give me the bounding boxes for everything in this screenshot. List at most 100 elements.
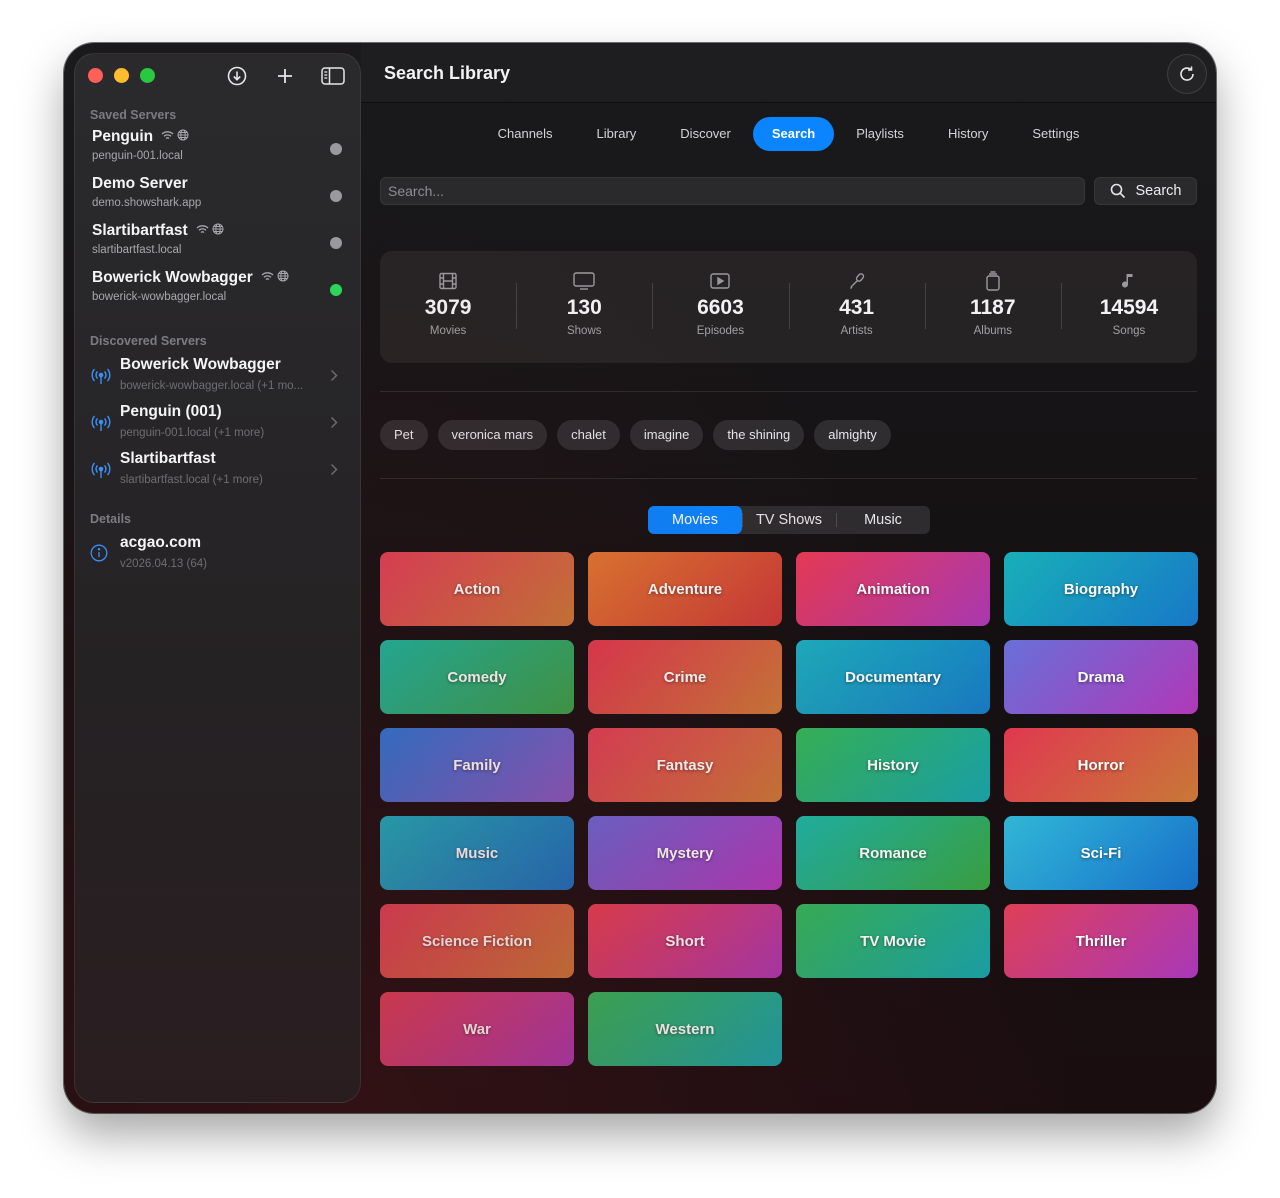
genre-tile-sci-fi[interactable]: Sci-Fi [1004, 816, 1198, 890]
saved-server-item[interactable]: Bowerick Wowbagger bowerick-wowbagger.loc… [92, 269, 352, 313]
search-button-label: Search [1135, 183, 1182, 199]
play-icon [710, 271, 731, 291]
saved-server-host: penguin-001.local [92, 150, 183, 162]
tab-search[interactable]: Search [752, 117, 835, 151]
refresh-button[interactable] [1167, 54, 1207, 94]
music-note-icon [1121, 271, 1136, 291]
tab-settings[interactable]: Settings [1010, 117, 1101, 151]
genre-tile-documentary[interactable]: Documentary [796, 640, 990, 714]
genre-tile-history[interactable]: History [796, 728, 990, 802]
genre-tile-romance[interactable]: Romance [796, 816, 990, 890]
globe-icon [277, 269, 289, 287]
connection-icons [261, 269, 289, 287]
antenna-icon [90, 462, 112, 480]
genre-tile-drama[interactable]: Drama [1004, 640, 1198, 714]
details-domain: acgao.com [120, 534, 201, 551]
genre-tile-short[interactable]: Short [588, 904, 782, 978]
discovered-server-item[interactable]: Bowerick Wowbagger bowerick-wowbagger.loc… [90, 356, 352, 400]
recent-search-chip[interactable]: chalet [557, 420, 620, 450]
sidebar: Saved Servers Penguin penguin-001.local De… [74, 53, 361, 1103]
tv-icon [573, 271, 595, 291]
genre-tile-fantasy[interactable]: Fantasy [588, 728, 782, 802]
genre-tile-music[interactable]: Music [380, 816, 574, 890]
saved-server-item[interactable]: Demo Server demo.showshark.app [92, 175, 352, 219]
minimize-window-button[interactable] [114, 68, 129, 83]
genre-tile-western[interactable]: Western [588, 992, 782, 1066]
genre-tile-thriller[interactable]: Thriller [1004, 904, 1198, 978]
genre-tile-animation[interactable]: Animation [796, 552, 990, 626]
recent-search-chip[interactable]: imagine [629, 420, 704, 450]
genre-grid: Action Adventure Animation Biography Comedy C… [380, 552, 1198, 1066]
sidebar-toggle-icon[interactable] [321, 64, 345, 88]
saved-server-name: Bowerick Wowbagger [92, 269, 253, 286]
app-window: Saved Servers Penguin penguin-001.local De… [64, 43, 1216, 1113]
globe-icon [212, 222, 224, 240]
recent-searches: Pet veronica mars chalet imagine the shining… [380, 420, 891, 450]
tab-library[interactable]: Library [575, 117, 659, 151]
search-button[interactable]: Search [1094, 177, 1197, 205]
stat-label: Albums [973, 325, 1012, 337]
main-content: Search Library Channels Library Discover Se… [361, 43, 1216, 1113]
genre-tile-mystery[interactable]: Mystery [588, 816, 782, 890]
recent-search-chip[interactable]: the shining [713, 420, 805, 450]
saved-server-name-row: Slartibartfast [92, 222, 352, 240]
media-type-segmented-control: Movies TV Shows Music [648, 506, 930, 534]
wifi-icon [261, 269, 274, 287]
microphone-icon [848, 271, 866, 291]
genre-tile-crime[interactable]: Crime [588, 640, 782, 714]
recent-search-chip[interactable]: veronica mars [437, 420, 548, 450]
saved-server-host: slartibartfast.local [92, 244, 182, 256]
genre-tile-science-fiction[interactable]: Science Fiction [380, 904, 574, 978]
genre-tile-adventure[interactable]: Adventure [588, 552, 782, 626]
genre-tile-war[interactable]: War [380, 992, 574, 1066]
genre-tile-horror[interactable]: Horror [1004, 728, 1198, 802]
refresh-icon [1180, 66, 1194, 81]
saved-server-item[interactable]: Penguin penguin-001.local [92, 128, 352, 172]
discovered-server-name: Bowerick Wowbagger [120, 356, 281, 373]
antenna-icon [90, 368, 112, 386]
window-controls [88, 68, 155, 83]
genre-tile-tv-movie[interactable]: TV Movie [796, 904, 990, 978]
genre-tile-biography[interactable]: Biography [1004, 552, 1198, 626]
tab-playlists[interactable]: Playlists [834, 117, 926, 151]
stat-label: Artists [840, 325, 873, 337]
saved-server-item[interactable]: Slartibartfast slartibartfast.local [92, 222, 352, 266]
stat-artists: 431 Artists [788, 251, 925, 363]
recent-search-chip[interactable]: Pet [380, 420, 428, 450]
zoom-window-button[interactable] [140, 68, 155, 83]
tab-bar: Channels Library Discover Search Playlists Hi… [361, 117, 1216, 151]
segment-tv-shows[interactable]: TV Shows [742, 506, 836, 534]
stat-shows: 130 Shows [516, 251, 652, 363]
chevron-right-icon [330, 369, 338, 387]
plus-icon[interactable] [273, 64, 297, 88]
tab-discover[interactable]: Discover [658, 117, 753, 151]
tab-history[interactable]: History [926, 117, 1010, 151]
stat-label: Episodes [696, 325, 745, 337]
segment-music[interactable]: Music [836, 506, 930, 534]
discovered-server-item[interactable]: Slartibartfast slartibartfast.local (+1 m… [90, 450, 352, 494]
download-icon[interactable] [225, 64, 249, 88]
recent-search-chip[interactable]: almighty [814, 420, 891, 450]
tab-channels[interactable]: Channels [476, 117, 575, 151]
server-status-indicator [330, 190, 342, 202]
chevron-right-icon [330, 463, 338, 481]
stat-label: Songs [1112, 325, 1146, 337]
genre-tile-family[interactable]: Family [380, 728, 574, 802]
discovered-server-name: Slartibartfast [120, 450, 216, 467]
saved-server-name-row: Demo Server [92, 175, 352, 193]
server-status-indicator [330, 237, 342, 249]
genre-tile-comedy[interactable]: Comedy [380, 640, 574, 714]
close-window-button[interactable] [88, 68, 103, 83]
saved-server-name-row: Bowerick Wowbagger [92, 269, 352, 287]
connection-icons [196, 222, 224, 240]
page-title: Search Library [384, 63, 511, 83]
search-icon [1110, 183, 1125, 199]
segment-movies[interactable]: Movies [648, 506, 742, 534]
stat-value: 130 [566, 296, 602, 319]
discovered-server-item[interactable]: Penguin (001) penguin-001.local (+1 more) [90, 403, 352, 447]
wifi-icon [196, 222, 209, 240]
details-version: v2026.04.13 (64) [120, 558, 207, 570]
discovered-server-host: penguin-001.local (+1 more) [120, 427, 265, 439]
search-input[interactable] [380, 177, 1085, 205]
genre-tile-action[interactable]: Action [380, 552, 574, 626]
